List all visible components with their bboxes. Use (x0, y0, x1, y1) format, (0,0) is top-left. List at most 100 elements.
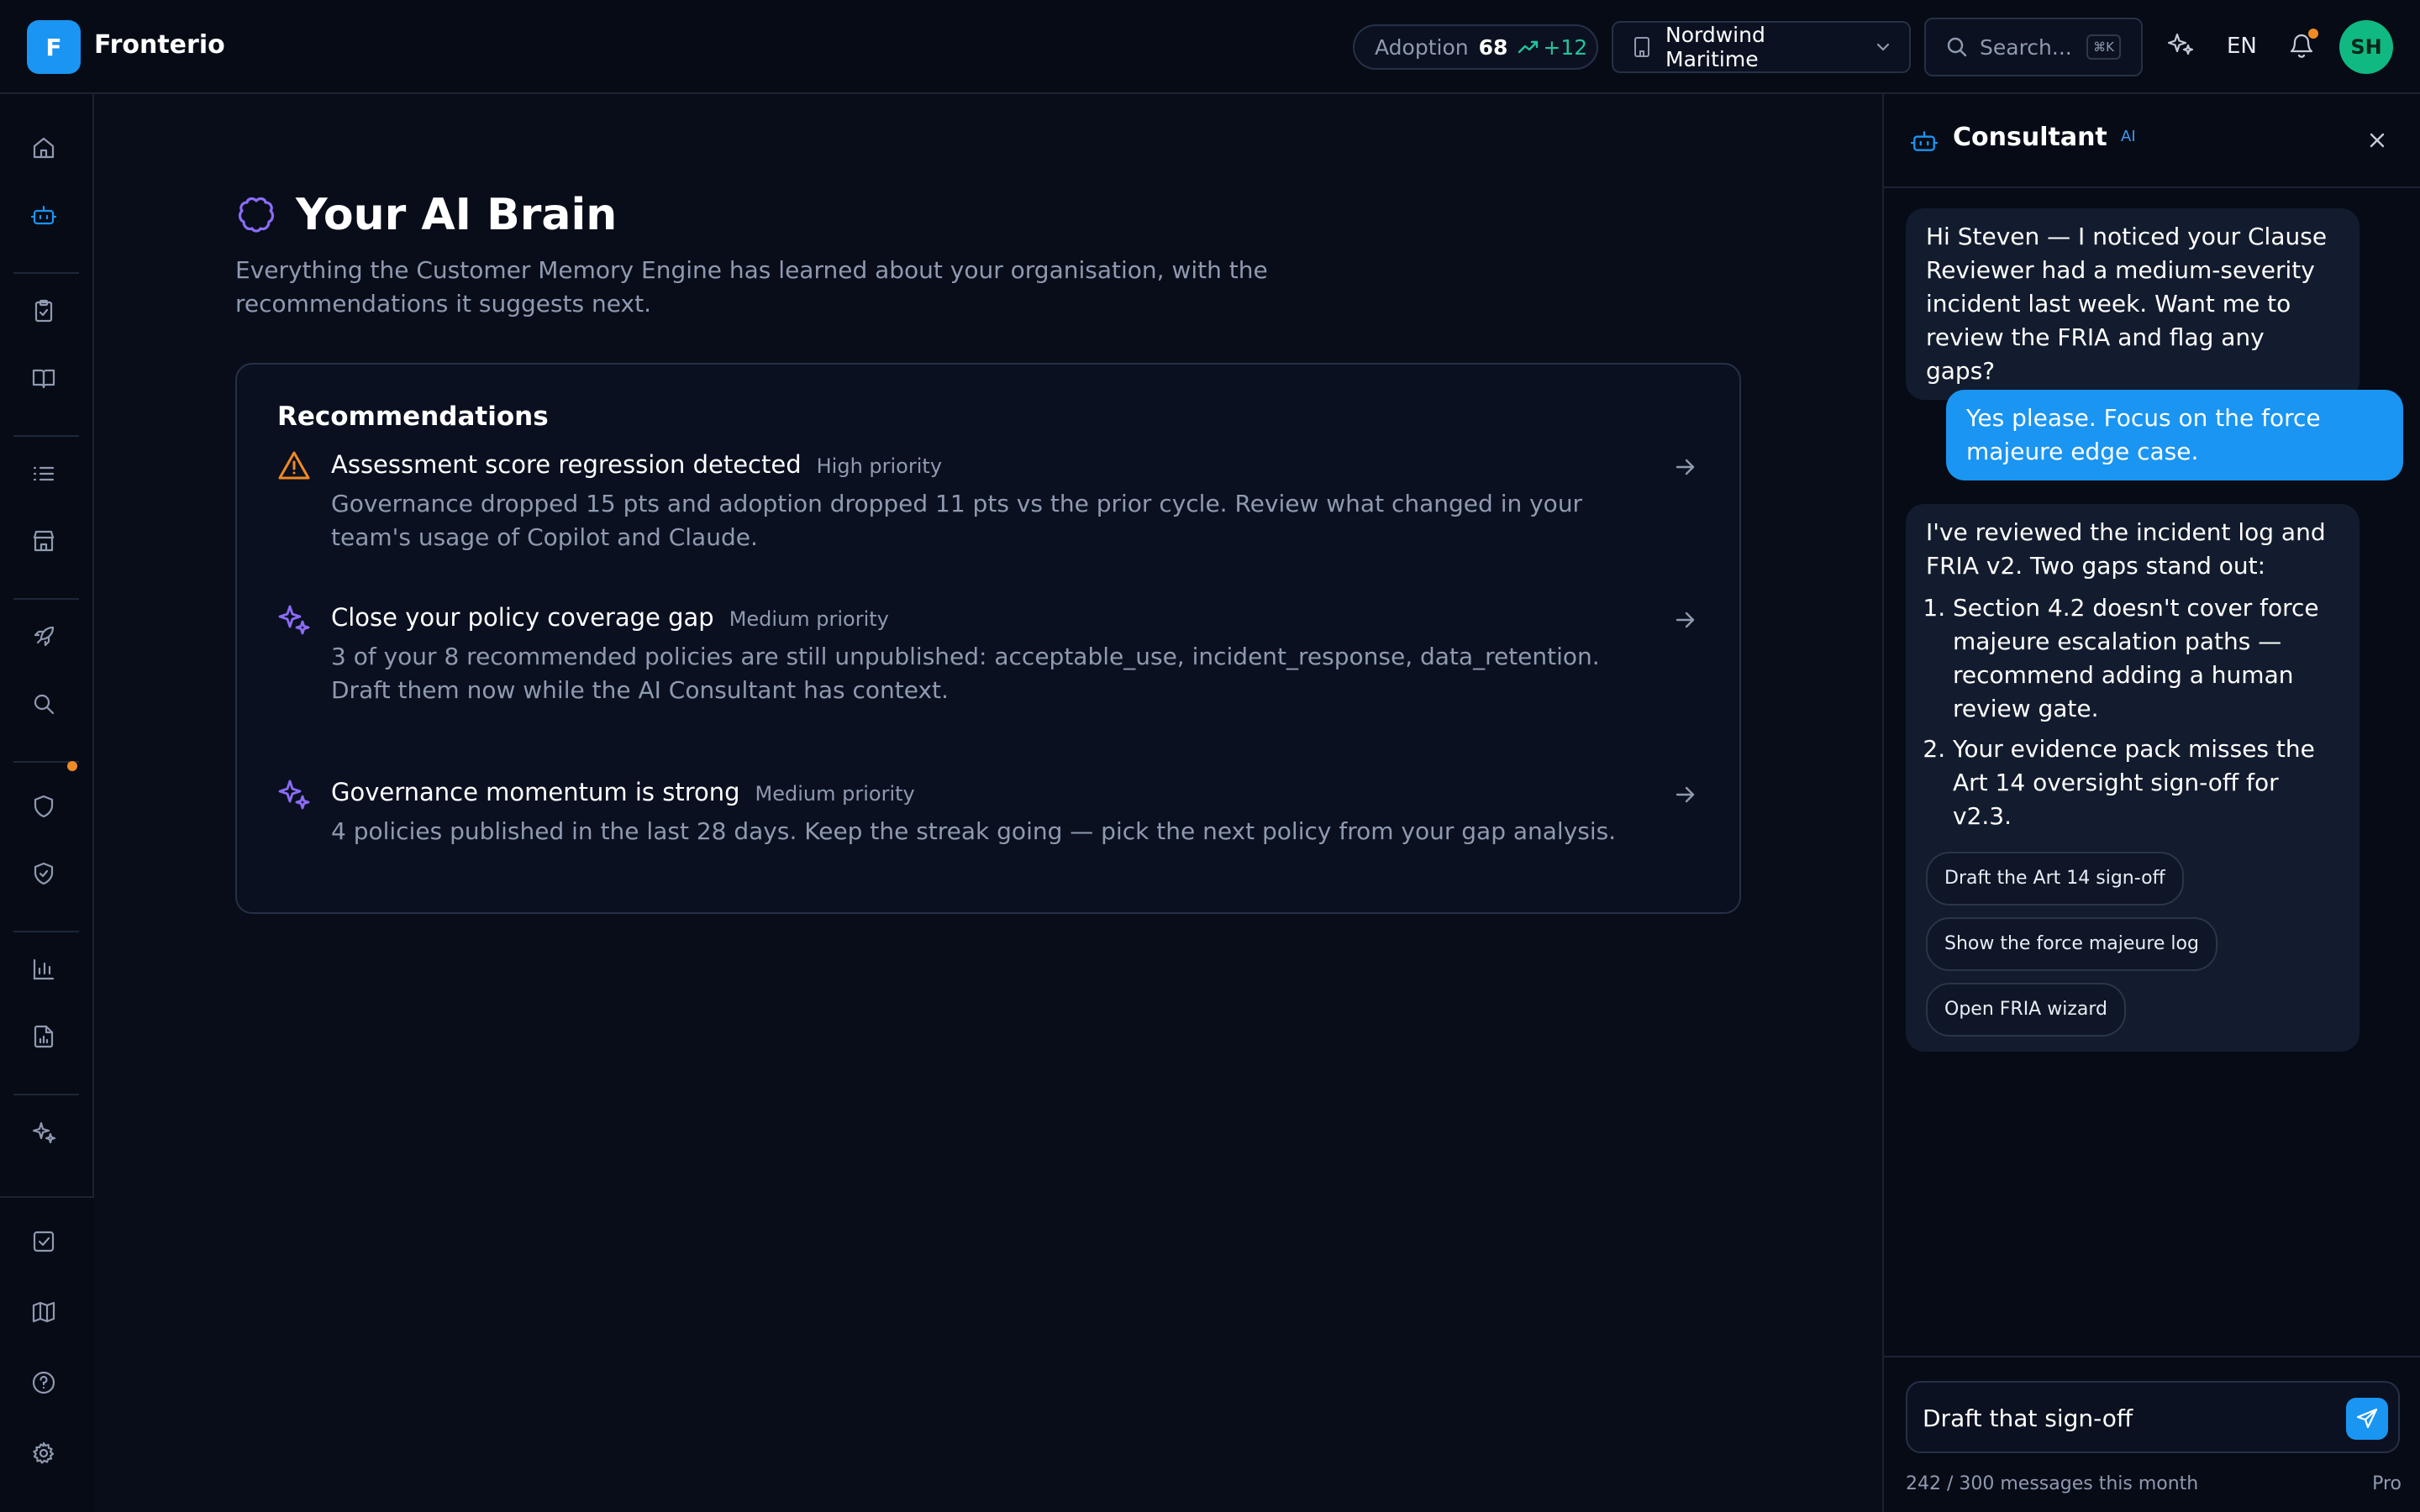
send-button[interactable] (2346, 1398, 2388, 1440)
sidebar-alert-dot (67, 761, 77, 771)
recommendation-priority: Medium priority (755, 782, 915, 806)
user-avatar[interactable]: SH (2339, 20, 2393, 74)
adoption-delta-value: +12 (1543, 34, 1588, 60)
sparkles-icon (2167, 33, 2194, 55)
sidebar (0, 94, 94, 1512)
user-message: Yes please. Focus on the force majeure e… (1946, 390, 2403, 480)
recommendation-priority: Medium priority (729, 607, 889, 631)
sidebar-item-tasks[interactable] (29, 1226, 59, 1257)
warning-triangle-icon (278, 451, 310, 480)
sidebar-item-compliance[interactable] (29, 858, 59, 889)
sidebar-item-ai-insights[interactable] (29, 1117, 59, 1147)
recommendations-card: Recommendations Assessment score regress… (235, 363, 1741, 914)
recommendation-priority: High priority (816, 454, 943, 478)
chat-input-box (1906, 1381, 2400, 1453)
sidebar-item-roadmap[interactable] (29, 1297, 59, 1327)
consultant-title: Consultant (1953, 123, 2107, 152)
message-list: Section 4.2 doesn't cover force majeure … (1926, 591, 2339, 833)
consultant-panel: Consultant AI Hi Steven — I noticed your… (1882, 94, 2420, 1512)
recommendation-open-button[interactable] (1674, 783, 1697, 806)
assistant-message: I've reviewed the incident log and FRIA … (1906, 504, 2360, 1052)
assistant-message: Hi Steven — I noticed your Clause Review… (1906, 208, 2360, 400)
recommendation-description: 3 of your 8 recommended policies are sti… (331, 643, 1600, 704)
recommendation-description: 4 policies published in the last 28 days… (331, 817, 1617, 845)
message-list-item: Your evidence pack misses the Art 14 ove… (1953, 732, 2339, 833)
plan-label: Pro (2372, 1473, 2402, 1494)
recommendation-description: Governance dropped 15 pts and adoption d… (331, 490, 1583, 551)
bar-chart-icon (33, 958, 55, 980)
arrow-right-icon (1676, 459, 1695, 475)
sidebar-item-help[interactable] (29, 1368, 59, 1398)
clipboard-check-icon (34, 299, 53, 323)
language-switcher[interactable]: EN (2227, 34, 2257, 59)
arrow-right-icon (1676, 612, 1695, 628)
sidebar-item-inventory[interactable] (29, 459, 59, 489)
book-icon (32, 369, 55, 389)
sidebar-footer (0, 1196, 94, 1512)
sidebar-divider (13, 1094, 79, 1095)
sidebar-item-ai-brain[interactable] (29, 200, 59, 230)
adoption-score-pill[interactable]: Adoption 68 +12 (1353, 24, 1598, 70)
search-icon (34, 694, 55, 715)
recommendation-icon (277, 778, 311, 811)
organisation-name: Nordwind Maritime (1665, 23, 1765, 71)
suggestion-chip[interactable]: Open FRIA wizard (1926, 983, 2126, 1037)
organisation-select[interactable]: Nordwind Maritime (1612, 21, 1911, 73)
page-title: Your AI Brain (296, 190, 618, 240)
message-text: Yes please. Focus on the force majeure e… (1966, 404, 2321, 465)
ai-sparkles-button[interactable] (2166, 30, 2195, 59)
message-usage: 242 / 300 messages this month (1906, 1473, 2199, 1494)
sidebar-item-marketplace[interactable] (29, 526, 59, 556)
sparkles-icon (278, 780, 310, 810)
sparkles-icon (32, 1121, 56, 1144)
message-text: Hi Steven — I noticed your Clause Review… (1926, 223, 2328, 385)
recommendations-heading: Recommendations (277, 402, 549, 432)
page-subtitle: Everything the Customer Memory Engine ha… (235, 256, 1268, 318)
recommendation-open-button[interactable] (1674, 455, 1697, 479)
building-icon (1634, 37, 1649, 57)
chat-input[interactable] (1921, 1399, 2324, 1436)
suggestion-chip[interactable]: Show the force majeure log (1926, 917, 2217, 971)
sidebar-item-launch[interactable] (29, 622, 59, 652)
file-chart-icon (34, 1025, 54, 1048)
brain-icon (238, 197, 275, 233)
recommendation-title: Governance momentum is strong (331, 778, 740, 806)
sidebar-item-analytics[interactable] (29, 954, 59, 984)
recommendation-icon (277, 450, 311, 480)
sidebar-item-reports[interactable] (29, 1021, 59, 1052)
bot-icon (1911, 131, 1938, 151)
suggestion-chip[interactable]: Draft the Art 14 sign-off (1926, 852, 2184, 906)
list-icon (33, 466, 55, 481)
search-icon (1947, 37, 1967, 57)
sidebar-item-library[interactable] (29, 363, 59, 393)
recommendation-open-button[interactable] (1674, 608, 1697, 632)
search-shortcut: ⌘K (2086, 34, 2121, 60)
chevron-down-icon (1876, 43, 1890, 51)
sidebar-item-discover[interactable] (29, 689, 59, 719)
message-text: I've reviewed the incident log and FRIA … (1926, 518, 2326, 580)
sidebar-item-governance[interactable] (29, 791, 59, 822)
sidebar-item-settings[interactable] (29, 1438, 59, 1468)
arrow-right-icon (1676, 786, 1695, 803)
global-search[interactable]: Search... ⌘K (1924, 18, 2143, 76)
send-icon (2356, 1408, 2378, 1429)
sparkles-icon (278, 605, 310, 635)
adoption-value: 68 (1478, 34, 1508, 60)
check-square-icon (33, 1231, 55, 1252)
recommendation-title: Assessment score regression detected (331, 450, 802, 479)
trending-up-icon (1518, 40, 1539, 54)
chat-composer: 242 / 300 messages this month Pro (1884, 1356, 2420, 1512)
app-name: Fronterio (94, 30, 225, 60)
notification-dot (2308, 29, 2318, 39)
app-logo[interactable]: F (27, 20, 81, 74)
home-icon (33, 137, 55, 159)
sidebar-divider (13, 598, 79, 600)
close-icon (2370, 133, 2385, 148)
sidebar-item-assessments[interactable] (29, 296, 59, 326)
sidebar-divider (13, 435, 79, 437)
close-panel-button[interactable] (2366, 129, 2388, 151)
sidebar-item-home[interactable] (29, 133, 59, 163)
adoption-label: Adoption (1375, 34, 1469, 60)
sidebar-divider (13, 272, 79, 274)
shield-check-icon (34, 862, 54, 885)
